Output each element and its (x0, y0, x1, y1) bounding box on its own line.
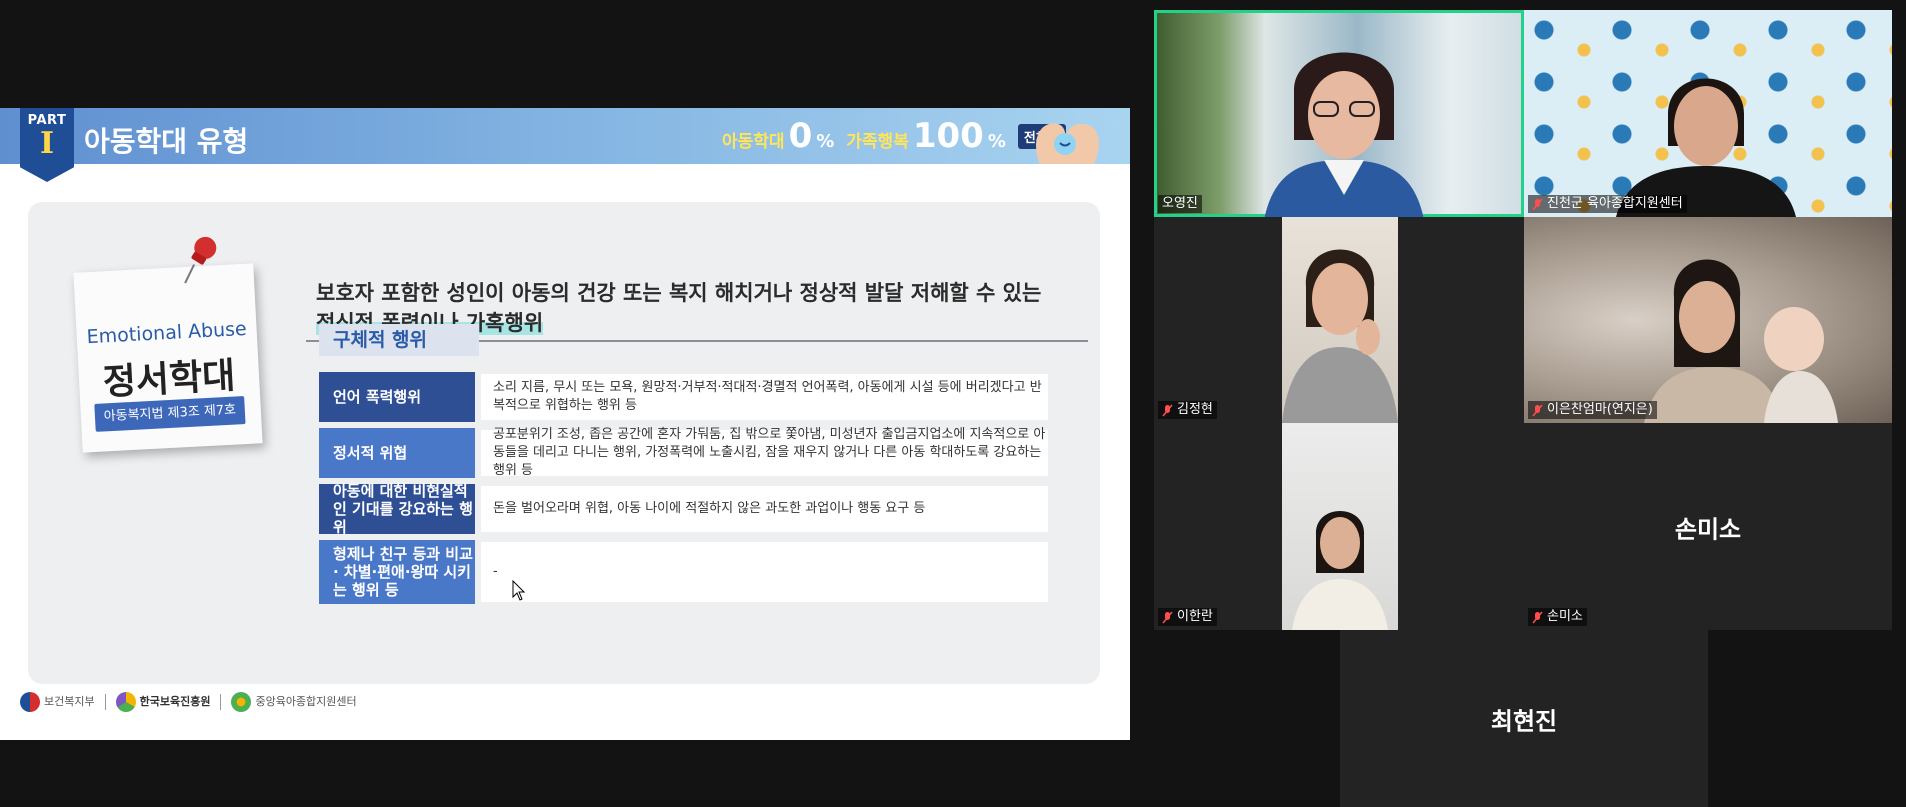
participant-display-name: 최현진 (1490, 707, 1558, 735)
footer-separator (220, 694, 222, 710)
participant-tile[interactable]: 진천군 육아종합지원센터 (1524, 10, 1892, 217)
content-panel: Emotional Abuse 정서학대 아동복지법 제3조 제7호 보호자 포… (28, 202, 1100, 684)
mouse-cursor-icon (512, 580, 526, 601)
participant-figure (1282, 249, 1398, 423)
footer-separator (104, 694, 106, 710)
footer-org-2-label: 한국보육진흥원 (139, 695, 211, 708)
participant-name-tag: 손미소 (1528, 608, 1587, 626)
participant-name-tag: 오영진 (1158, 195, 1202, 213)
concrete-acts-label: 구체적 행위 (319, 324, 479, 356)
part-tag: PART I (20, 108, 74, 182)
participant-name-tag: 진천군 육아종합지원센터 (1528, 195, 1687, 213)
footer-org-1: 보건복지부 (20, 692, 95, 712)
participant-name: 김정현 (1177, 402, 1213, 417)
row-body: 공포분위기 조성, 좁은 공간에 혼자 가둬둠, 집 밖으로 쫓아냄, 미성년자… (481, 427, 1048, 478)
heart-hands-icon (1036, 123, 1099, 164)
footer-org-1-label: 보건복지부 (44, 695, 95, 708)
participant-figure (1292, 511, 1388, 630)
table-row: 정서적 위협 공포분위기 조성, 좁은 공간에 혼자 가둬둠, 집 밖으로 쫓아… (319, 427, 1048, 478)
row-body: 소리 지름, 무시 또는 모욕, 원망적·거부적·적대적·경멸적 언어폭력, 아… (481, 374, 1048, 420)
participant-video (1644, 259, 1838, 423)
row-header: 언어 폭력행위 (319, 372, 475, 422)
part-word: PART (27, 113, 67, 128)
participant-video (1282, 423, 1398, 630)
participant-tile-video-off[interactable]: 손미소 손미소 (1524, 423, 1892, 630)
participant-tile[interactable]: 이은찬엄마(연지은) (1524, 217, 1892, 423)
row-header: 정서적 위협 (319, 428, 475, 478)
mic-muted-icon (1532, 198, 1543, 210)
ministry-logo-icon (20, 692, 40, 712)
row-header: 아동에 대한 비현실적인 기대를 강요하는 행위 (319, 482, 475, 536)
slogan-text-1: 아동학대 (722, 132, 785, 152)
mic-muted-icon (1162, 611, 1173, 623)
mic-muted-icon (1532, 611, 1543, 623)
slogan-number-2: 100 (912, 116, 984, 156)
footer-org-3-label: 중앙육아종합지원센터 (255, 695, 357, 708)
definition-line-1: 보호자 포함한 성인이 아동의 건강 또는 복지 해치거나 정상적 발달 저해할… (316, 281, 1042, 305)
slogan-text-2: 가족행복 (846, 132, 909, 152)
row-body: - (481, 542, 1048, 602)
kcpi-logo-icon (115, 692, 136, 712)
video-conference-window: PART I 아동학대 유형 아동학대 0 % 가족행복 100 % 전체편 (0, 0, 1906, 807)
participant-name: 손미소 (1547, 609, 1583, 624)
table-row: 형제나 친구 등과 비교· 차별·편애·왕따 시키는 행위 등 - (319, 540, 1048, 604)
slogan-percent-1: % (816, 131, 835, 152)
participant-display-name: 손미소 (1674, 515, 1742, 543)
participant-tile[interactable]: 김정현 (1154, 217, 1524, 423)
slide-banner: PART I 아동학대 유형 아동학대 0 % 가족행복 100 % 전체편 (0, 108, 1130, 182)
sticky-note: Emotional Abuse 정서학대 아동복지법 제3조 제7호 (73, 236, 263, 453)
mic-muted-icon (1162, 404, 1173, 416)
participant-name: 오영진 (1162, 196, 1198, 211)
row-header: 형제나 친구 등과 비교· 차별·편애·왕따 시키는 행위 등 (319, 540, 475, 604)
slogan-percent-2: % (987, 131, 1006, 152)
participant-name: 이은찬엄마(연지은) (1547, 402, 1653, 417)
part-number: I (39, 126, 55, 161)
participant-tile-active[interactable]: 오영진 (1154, 10, 1524, 217)
footer-org-2: 한국보육진흥원 (115, 692, 211, 712)
slide-title: 아동학대 유형 (84, 125, 249, 158)
table-row: 아동에 대한 비현실적인 기대를 강요하는 행위 돈을 벌어오라며 위협, 아동… (319, 482, 1048, 536)
participant-video (1264, 52, 1424, 217)
participant-name-tag: 이한란 (1158, 608, 1217, 626)
shared-presentation-slide: PART I 아동학대 유형 아동학대 0 % 가족행복 100 % 전체편 (0, 108, 1130, 740)
participant-tile-video-off[interactable]: 최현진 (1340, 630, 1708, 807)
note-english-title: Emotional Abuse (86, 317, 248, 349)
participant-video (1282, 217, 1398, 423)
slide-footer: 보건복지부 한국보육진흥원 중앙육아종합지원센터 (20, 692, 357, 712)
participant-name: 진천군 육아종합지원센터 (1547, 196, 1683, 211)
participant-name: 이한란 (1177, 609, 1213, 624)
row-body: 돈을 벌어오라며 위협, 아동 나이에 적절하지 않은 과도한 과업이나 행동 … (481, 486, 1048, 532)
participant-name-tag: 김정현 (1158, 401, 1217, 419)
participant-name-tag: 이은찬엄마(연지은) (1528, 401, 1657, 419)
table-row: 언어 폭력행위 소리 지름, 무시 또는 모욕, 원망적·거부적·적대적·경멸적… (319, 372, 1048, 422)
participant-video (1616, 78, 1796, 217)
pushpin-icon (184, 236, 217, 284)
participant-tile[interactable]: 이한란 (1154, 423, 1524, 630)
mic-muted-icon (1532, 404, 1543, 416)
center-logo-icon (231, 692, 252, 712)
slogan-number-1: 0 (788, 116, 813, 156)
footer-org-3: 중앙육아종합지원센터 (231, 692, 357, 712)
